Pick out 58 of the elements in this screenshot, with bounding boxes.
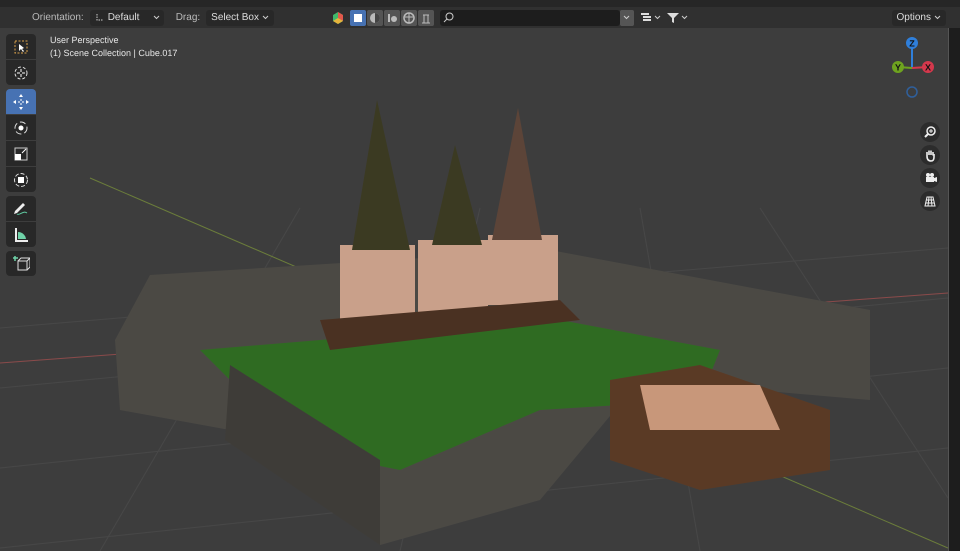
move-icon (12, 92, 30, 110)
chevron-icon (623, 15, 630, 20)
world-filter-toggle[interactable] (400, 10, 417, 26)
zoom-navigation-button[interactable] (920, 122, 940, 142)
add-cube-icon (12, 254, 30, 272)
dropdown-button[interactable] (620, 10, 634, 26)
ruler-icon (12, 226, 30, 244)
axis-label: Y (895, 62, 901, 72)
chevron-icon (152, 15, 160, 20)
shading-filter-toggle[interactable] (366, 10, 383, 26)
axis-dot[interactable] (892, 61, 904, 73)
hand-icon (923, 148, 937, 162)
zoom-icon (923, 125, 937, 139)
scale-tool[interactable] (6, 141, 36, 166)
select-box-tool[interactable] (6, 34, 36, 59)
select-box-icon (12, 38, 30, 56)
pan-navigation-button[interactable] (920, 145, 940, 165)
search-icon (442, 12, 454, 23)
shading-icon (368, 10, 382, 24)
axis-gizmo[interactable]: Z Y X (884, 34, 940, 98)
filter-button[interactable] (666, 12, 688, 24)
chevron-icon (934, 15, 941, 20)
transform-icon (12, 170, 30, 188)
measure-tool[interactable] (6, 222, 36, 247)
drag-dropdown[interactable]: Select Box (206, 10, 274, 26)
cursor-icon (12, 64, 30, 82)
add-cube-tool[interactable] (6, 251, 36, 276)
view-name: User Perspective (50, 34, 120, 47)
axis-dot[interactable] (906, 37, 918, 49)
chevron-icon (654, 15, 661, 20)
object-info: (1) Scene Collection | Cube.017 (50, 47, 178, 60)
ortho-navigation-button[interactable] (920, 191, 940, 211)
list-view-button[interactable] (640, 12, 661, 23)
camera-navigation-button[interactable] (920, 168, 940, 188)
search-field[interactable] (440, 10, 620, 26)
list-icon (640, 12, 652, 23)
axis-label: Z (909, 38, 915, 48)
scale-icon (12, 144, 30, 162)
world-icon (402, 10, 416, 24)
move-tool[interactable] (6, 89, 36, 114)
axis-label: X (925, 62, 931, 72)
grid-icon (923, 194, 937, 208)
axis-dot[interactable] (922, 61, 934, 73)
orientation-dropdown[interactable]: Default (90, 10, 164, 26)
rotate-icon (12, 118, 30, 136)
select-filter-toggle[interactable] (350, 10, 366, 26)
rotate-tool[interactable] (6, 115, 36, 140)
filter-icon (666, 12, 679, 24)
drag-label: Drag: (176, 11, 200, 25)
cursor-tool[interactable] (6, 60, 36, 85)
chevron-icon (262, 15, 269, 20)
options-dropdown[interactable]: Options (892, 10, 946, 26)
annotate-tool[interactable] (6, 196, 36, 221)
chevron-icon (680, 15, 688, 20)
axes-icon (94, 12, 104, 22)
orientation-label: Orientation: (32, 11, 84, 25)
transform-tool[interactable] (6, 167, 36, 192)
hexagon-icon (332, 12, 344, 24)
